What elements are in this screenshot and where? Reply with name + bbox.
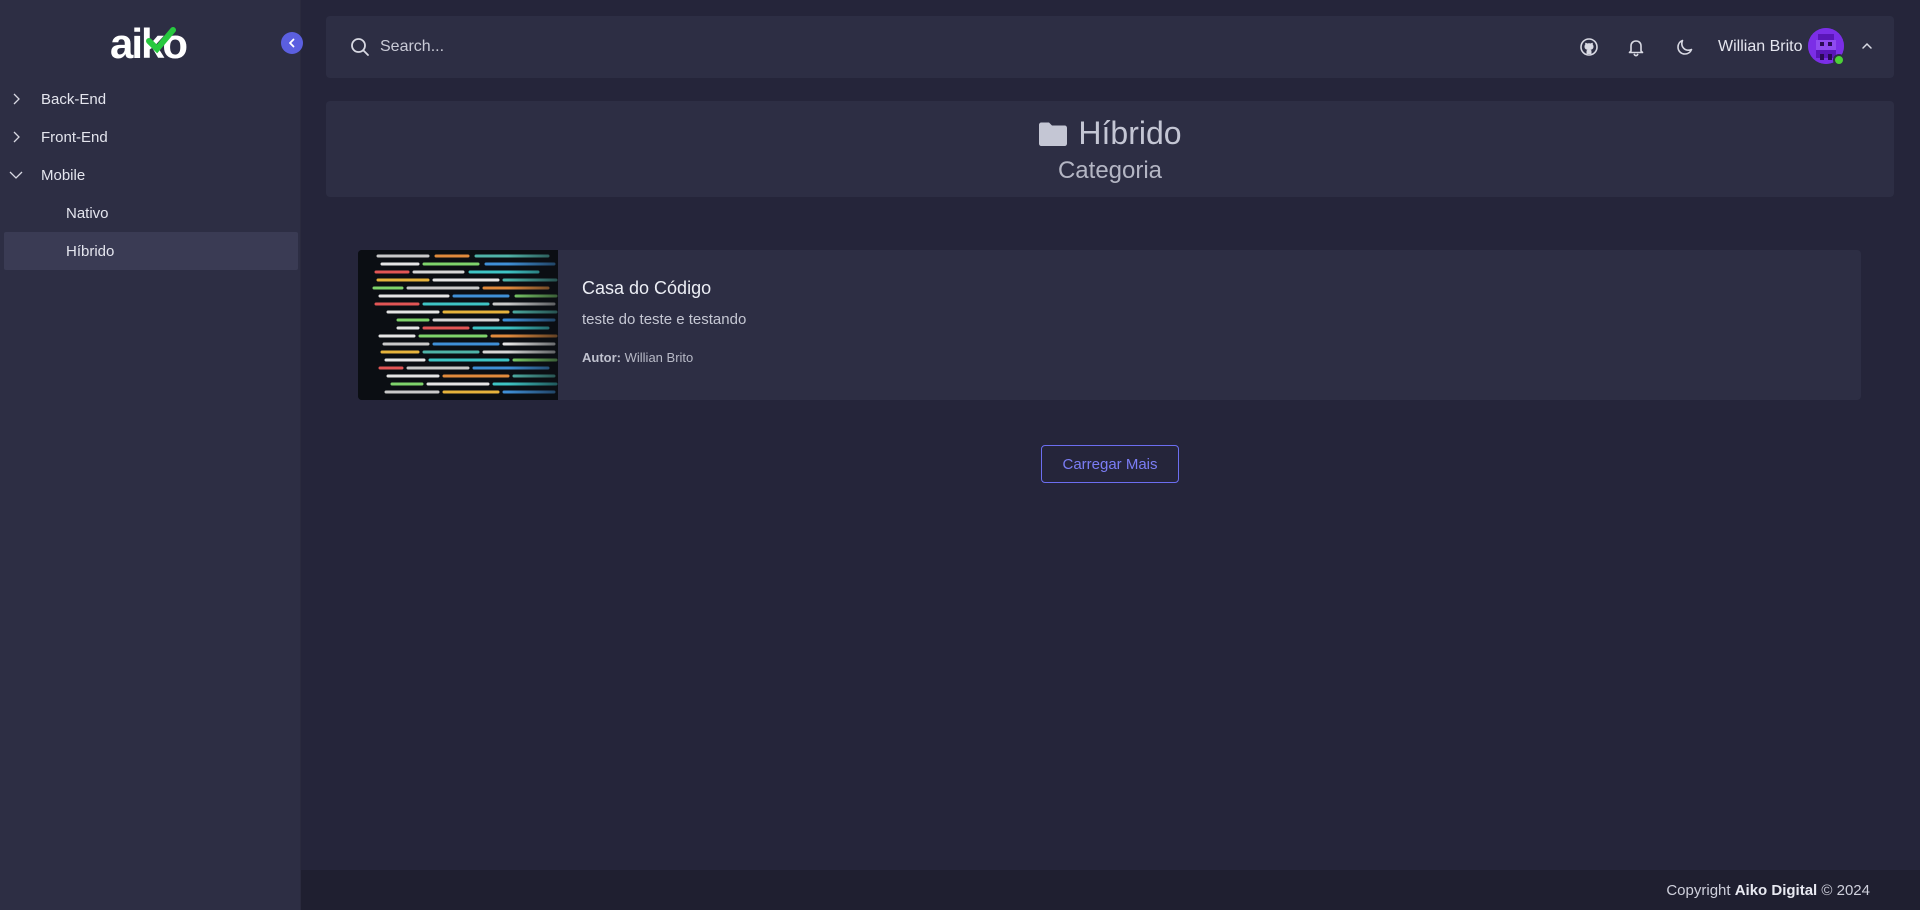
article-card[interactable]: Casa do Código teste do teste e testando…: [358, 250, 1861, 400]
category-subtitle: Categoria: [1057, 157, 1163, 184]
top-bar: Willian Brito: [326, 16, 1894, 78]
author-name: Willian Brito: [624, 350, 694, 365]
sidebar-item-back-end[interactable]: Back-End: [0, 80, 301, 118]
collapse-sidebar-button[interactable]: [281, 32, 303, 54]
chevron-up-icon[interactable]: [1860, 39, 1874, 53]
article-title[interactable]: Casa do Código: [582, 278, 711, 299]
article-thumbnail: [358, 250, 558, 400]
copyright-text: Copyright Aiko Digital © 2024: [1666, 882, 1870, 899]
chevron-left-icon: [289, 38, 295, 48]
footer: Copyright Aiko Digital © 2024: [301, 870, 1920, 910]
sidebar-item-label: Front-End: [41, 128, 108, 146]
sidebar-item-nativo[interactable]: Nativo: [0, 194, 301, 232]
sidebar-item-front-end[interactable]: Front-End: [0, 118, 301, 156]
sidebar-item-hibrido[interactable]: Híbrido: [4, 232, 298, 270]
aiko-logo[interactable]: aiko: [110, 22, 190, 66]
company-name: Aiko Digital: [1734, 882, 1818, 899]
search-icon: [351, 38, 369, 56]
sidebar-nav: Back-End Front-End Mobile Nativo Híbrido: [0, 80, 301, 270]
copyright-year: © 2024: [1821, 882, 1870, 899]
sidebar-item-label: Híbrido: [66, 242, 115, 260]
copyright-prefix: Copyright: [1666, 882, 1731, 899]
sidebar-item-label: Back-End: [41, 90, 107, 108]
chevron-right-icon: [13, 93, 20, 105]
bell-icon[interactable]: [1626, 37, 1646, 57]
category-title: Híbrido: [1078, 115, 1182, 151]
github-icon[interactable]: [1579, 37, 1599, 57]
sidebar: aiko Back-End Front-End Mobile Nativo Hí…: [0, 0, 303, 910]
chevron-down-icon: [9, 171, 23, 179]
online-status-dot: [1833, 54, 1845, 66]
author-label: Autor:: [582, 350, 621, 365]
category-header: Híbrido Categoria: [326, 101, 1894, 197]
sidebar-item-mobile[interactable]: Mobile: [0, 156, 301, 194]
chevron-right-icon: [13, 131, 20, 143]
moon-icon[interactable]: [1675, 37, 1695, 57]
article-description: teste do teste e testando: [582, 311, 747, 328]
folder-icon: [1039, 122, 1068, 146]
page-title: Híbrido: [326, 115, 1894, 152]
code-screen-image: [358, 250, 558, 400]
user-name[interactable]: Willian Brito: [1718, 38, 1802, 56]
sidebar-item-label: Nativo: [66, 204, 109, 222]
check-icon: [146, 27, 176, 54]
search-input[interactable]: [380, 32, 880, 62]
sidebar-item-label: Mobile: [41, 166, 86, 184]
article-author: Autor: Willian Brito: [582, 350, 693, 365]
load-more-button[interactable]: Carregar Mais: [1041, 445, 1179, 483]
